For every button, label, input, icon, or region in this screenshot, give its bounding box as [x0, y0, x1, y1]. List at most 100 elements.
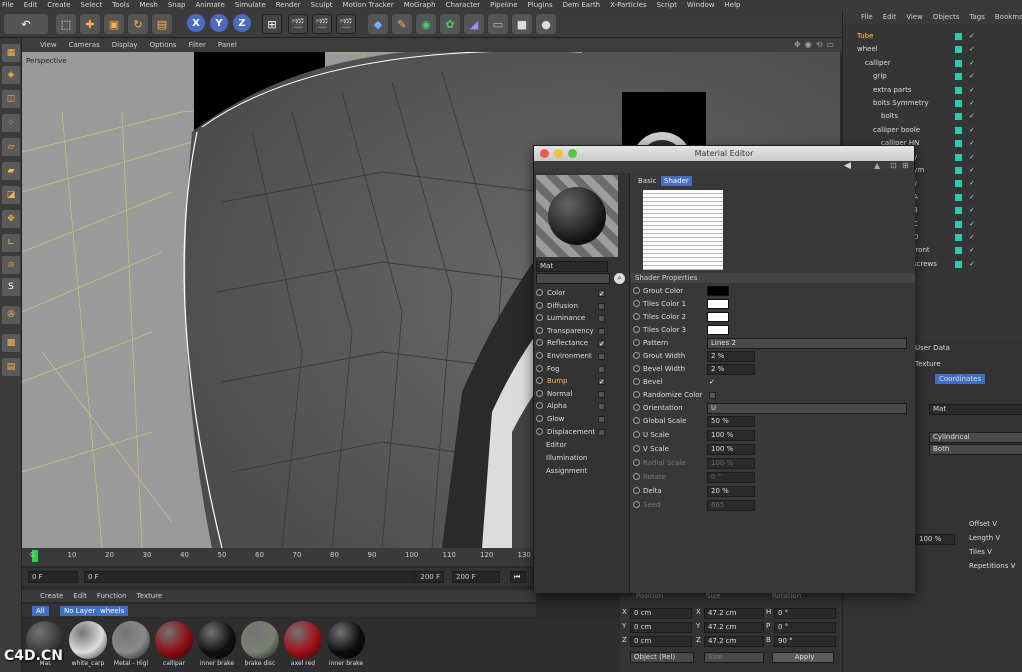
edges-mode-icon[interactable]: ▱: [2, 138, 20, 156]
prop-tiles-color-2[interactable]: Tiles Color 2: [633, 311, 911, 324]
start-frame-field[interactable]: 0 F: [28, 571, 78, 583]
camera-icon[interactable]: ■: [512, 14, 532, 34]
material-menu-item[interactable]: Edit: [73, 592, 87, 600]
channel-checkbox[interactable]: [598, 365, 605, 373]
array-icon[interactable]: ✿: [440, 14, 460, 34]
channel-checkbox[interactable]: [598, 403, 605, 411]
timeline-ruler[interactable]: 0 10 20 30 40 50 60 70 80 90 100 110 120 130: [22, 548, 536, 566]
viewport-menu-item[interactable]: Filter: [189, 41, 206, 49]
enabled-check-icon[interactable]: ✓: [969, 137, 975, 150]
position-field[interactable]: 0 cm: [630, 622, 692, 633]
channel-filter-select[interactable]: [536, 273, 610, 284]
viewport-menu-item[interactable]: Display: [112, 41, 138, 49]
object-menu-item[interactable]: Objects: [933, 13, 959, 21]
layer-color-icon[interactable]: [955, 180, 962, 188]
prop-grout-width[interactable]: Grout Width 2 %: [633, 350, 911, 363]
cube-icon[interactable]: ◆: [368, 14, 388, 34]
layer-color-icon[interactable]: [955, 59, 962, 67]
back-arrow-icon[interactable]: ◀: [844, 161, 851, 171]
enable-axis-icon[interactable]: ∟: [2, 234, 20, 252]
channel-alpha[interactable]: Alpha: [536, 400, 626, 412]
menu-item[interactable]: Tools: [112, 0, 129, 10]
prop-grout-color[interactable]: Grout Color: [633, 285, 911, 298]
menu-item[interactable]: Snap: [168, 0, 186, 10]
y-axis-button[interactable]: Y: [210, 14, 228, 32]
channel-extra-item[interactable]: Illumination: [546, 452, 636, 464]
minimize-window-icon[interactable]: [554, 149, 563, 158]
enabled-check-icon[interactable]: ✓: [969, 84, 975, 97]
model-mode-icon[interactable]: ◈: [2, 66, 20, 84]
layer-color-icon[interactable]: [955, 113, 962, 121]
channel-reflectance[interactable]: Reflectance: [536, 337, 626, 350]
close-window-icon[interactable]: [540, 149, 549, 158]
object-menu-item[interactable]: Tags: [969, 13, 985, 21]
go-to-start-icon[interactable]: ⏮: [510, 571, 526, 583]
position-field[interactable]: 0 cm: [630, 608, 692, 619]
channel-checkbox[interactable]: [598, 428, 605, 436]
tab-shader[interactable]: Shader: [661, 176, 692, 186]
snap-icon[interactable]: S: [2, 278, 20, 296]
enabled-check-icon[interactable]: ✓: [969, 97, 975, 110]
material-thumbnail[interactable]: white_carp: [67, 620, 109, 670]
menu-item[interactable]: File: [2, 0, 14, 10]
menu-item[interactable]: Edit: [24, 0, 38, 10]
filter-wheels[interactable]: wheels: [96, 606, 129, 616]
layer-color-icon[interactable]: [955, 207, 962, 215]
position-field[interactable]: 0 cm: [630, 636, 692, 647]
prop-u-scale[interactable]: U Scale 100 %: [633, 429, 911, 442]
lock-workplane-icon[interactable]: ▤: [2, 358, 20, 376]
search-icon[interactable]: ⌕: [614, 273, 625, 284]
channel-checkbox[interactable]: [598, 376, 605, 388]
viewport-menu-item[interactable]: Options: [150, 41, 177, 49]
enabled-check-icon[interactable]: ✓: [969, 191, 975, 204]
channel-extra-item[interactable]: Editor: [546, 439, 636, 451]
layer-color-icon[interactable]: [955, 153, 962, 161]
material-thumbnail[interactable]: brake disc: [239, 620, 281, 670]
mouse-icon[interactable]: ⍝: [2, 256, 20, 274]
layer-color-icon[interactable]: [955, 33, 962, 40]
layer-color-icon[interactable]: [955, 140, 962, 148]
live-selection-icon[interactable]: ⬚: [56, 14, 76, 34]
object-row[interactable]: extra parts ✓: [843, 84, 1022, 97]
scale-icon[interactable]: ▣: [104, 14, 124, 34]
new-window-icon[interactable]: ⊞: [902, 161, 909, 170]
attr-tab-coordinates[interactable]: Coordinates: [935, 374, 986, 384]
viewport-nav-icons[interactable]: ✥◉⟲▭: [794, 40, 838, 49]
menu-item[interactable]: Select: [81, 0, 103, 10]
subdivision-icon[interactable]: ◉: [416, 14, 436, 34]
material-menu-item[interactable]: Function: [97, 592, 127, 600]
workplane-icon[interactable]: ✇: [2, 306, 20, 324]
menu-item[interactable]: Script: [657, 0, 677, 10]
menu-item[interactable]: Sculpt: [311, 0, 333, 10]
material-thumbnail[interactable]: callipar: [153, 620, 195, 670]
object-row[interactable]: calliper ✓: [843, 57, 1022, 70]
object-row[interactable]: bolts ✓: [843, 110, 1022, 123]
enabled-check-icon[interactable]: ✓: [969, 244, 975, 257]
channel-normal[interactable]: Normal: [536, 388, 626, 400]
object-row[interactable]: wheel ✓: [843, 43, 1022, 56]
menu-item[interactable]: Pipeline: [490, 0, 517, 10]
points-mode-icon[interactable]: ⁘: [2, 114, 20, 132]
enabled-check-icon[interactable]: ✓: [969, 218, 975, 231]
projection-select[interactable]: Cylindrical: [929, 432, 1022, 443]
filter-all[interactable]: All: [32, 606, 49, 616]
rotation-field[interactable]: 90 °: [774, 636, 836, 647]
channel-color[interactable]: Color: [536, 287, 626, 300]
prop-orientation[interactable]: Orientation U: [633, 402, 911, 415]
layer-color-icon[interactable]: [955, 126, 962, 134]
z-axis-button[interactable]: Z: [233, 14, 251, 32]
channel-glow[interactable]: Glow: [536, 413, 626, 425]
menu-item[interactable]: Motion Tracker: [343, 0, 394, 10]
prop-v-scale[interactable]: V Scale 100 %: [633, 443, 911, 456]
deformer-icon[interactable]: ◢: [464, 14, 484, 34]
material-menu-item[interactable]: Texture: [137, 592, 163, 600]
enabled-check-icon[interactable]: ✓: [969, 124, 975, 137]
material-thumbnail[interactable]: axel red: [282, 620, 324, 670]
grid-icon[interactable]: ▩: [2, 334, 20, 352]
channel-checkbox[interactable]: [598, 302, 605, 310]
side-select[interactable]: Both: [929, 444, 1022, 455]
channel-luminance[interactable]: Luminance: [536, 312, 626, 324]
frame-range-slider[interactable]: 0 F: [84, 571, 444, 583]
nav-up-icon[interactable]: ▲: [874, 161, 880, 170]
undo-button[interactable]: ↶: [4, 14, 48, 34]
